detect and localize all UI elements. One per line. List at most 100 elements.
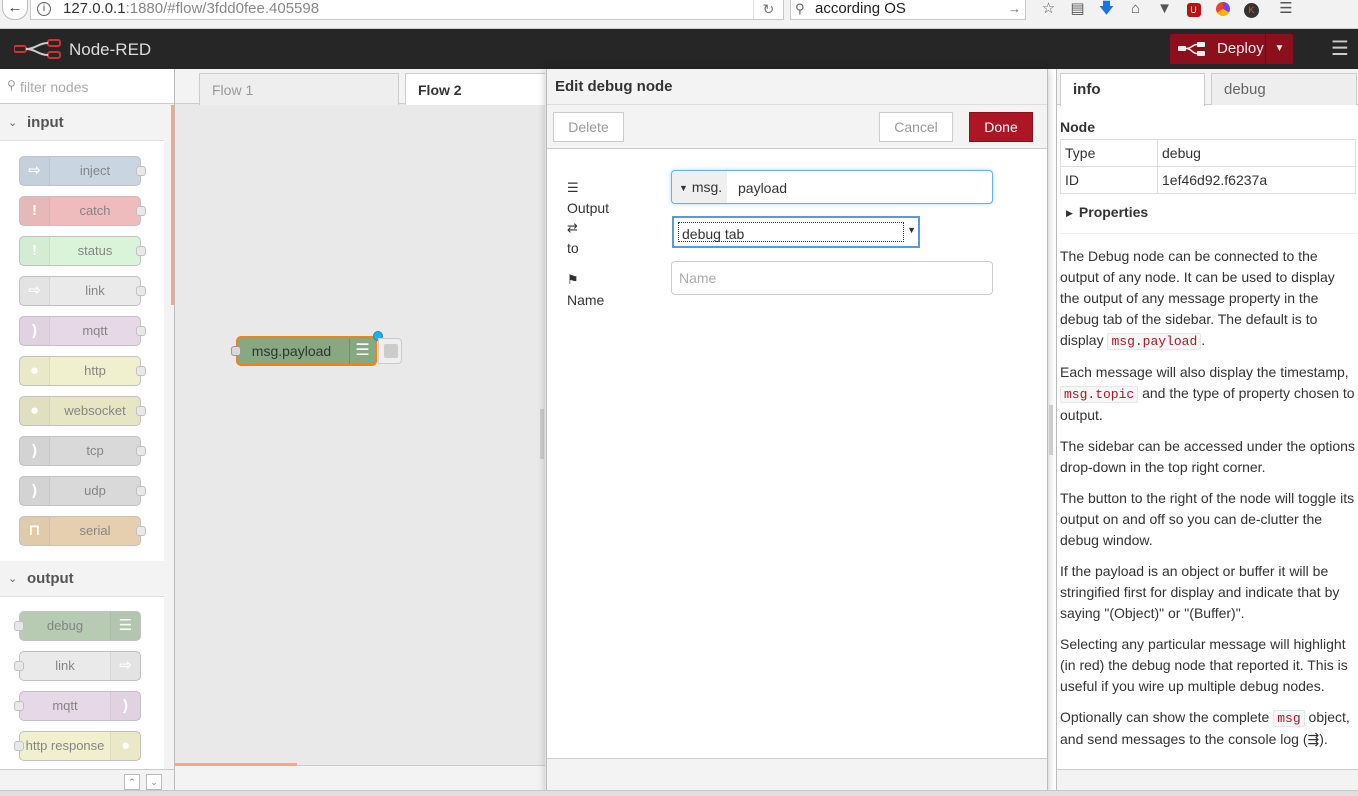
to-select[interactable]: debug tab ▼ bbox=[672, 216, 920, 248]
palette-node-udp-in[interactable]: ) udp bbox=[19, 476, 146, 506]
palette-category-input[interactable]: ⌄ input bbox=[0, 105, 164, 141]
info-panel: Node Type debug ID 1ef46d92.f6237a ▶ Prop… bbox=[1060, 105, 1356, 769]
name-input[interactable] bbox=[671, 261, 993, 295]
tag-icon: ⚑ bbox=[567, 272, 579, 287]
main-menu-icon[interactable]: ☰ bbox=[1326, 37, 1354, 61]
chevron-down-icon: ⌄ bbox=[8, 573, 18, 585]
pocket-icon[interactable]: ▼ bbox=[1150, 0, 1179, 20]
properties-toggle[interactable]: ▶ Properties bbox=[1060, 194, 1356, 234]
expand-all-icon[interactable]: ⌄ bbox=[146, 774, 162, 790]
palette-node-catch[interactable]: ! catch bbox=[19, 196, 146, 226]
deploy-dropdown-caret-icon[interactable]: ▼ bbox=[1265, 34, 1293, 64]
deploy-icon bbox=[1178, 42, 1205, 56]
palette-node-http-in[interactable]: ● http bbox=[19, 356, 146, 386]
output-property-value[interactable]: payload bbox=[738, 171, 787, 205]
chevron-down-icon: ⌄ bbox=[8, 117, 18, 129]
globe-icon: ● bbox=[20, 397, 50, 425]
output-port bbox=[136, 366, 146, 376]
palette-node-websocket-in[interactable]: ● websocket bbox=[19, 396, 146, 426]
info-icon[interactable]: i bbox=[37, 2, 51, 16]
url-text[interactable]: 127.0.0.1:1880/#flow/3fdd0fee.405598 bbox=[63, 0, 319, 18]
ublock-icon[interactable]: U bbox=[1179, 0, 1208, 20]
home-icon[interactable]: ⌂ bbox=[1121, 0, 1150, 20]
palette-node-label: link bbox=[85, 283, 105, 298]
browser-menu-icon[interactable]: ☰ bbox=[1266, 0, 1306, 20]
reload-icon[interactable]: ↻ bbox=[753, 0, 783, 19]
palette-search: ⚲ bbox=[0, 69, 174, 104]
link-in-icon: ⇨ bbox=[20, 277, 50, 305]
url-bar[interactable]: i 127.0.0.1:1880/#flow/3fdd0fee.405598 ↻ bbox=[30, 0, 784, 20]
palette-node-debug[interactable]: ☰ debug bbox=[14, 611, 141, 641]
tab-info[interactable]: info bbox=[1060, 73, 1205, 106]
table-row: Type debug bbox=[1060, 139, 1356, 167]
tab-debug[interactable]: debug bbox=[1211, 73, 1357, 105]
node-red-logo-icon bbox=[14, 39, 61, 59]
palette-node-http-response[interactable]: ● http response bbox=[14, 731, 141, 761]
code-snippet: msg bbox=[1273, 710, 1305, 727]
deploy-button[interactable]: Deploy ▼ bbox=[1170, 34, 1293, 64]
code-snippet: msg.payload bbox=[1107, 333, 1202, 350]
bridge-icon: ) bbox=[20, 317, 50, 345]
id-value: 1ef46d92.f6237a bbox=[1157, 166, 1356, 194]
flow-node-debug[interactable]: msg.payload ☰ bbox=[231, 331, 383, 366]
shuffle-icon: ⇄ bbox=[567, 220, 578, 235]
palette-category-output[interactable]: ⌄ output bbox=[0, 561, 164, 597]
flow-canvas[interactable]: msg.payload ☰ bbox=[175, 105, 545, 765]
category-label: output bbox=[27, 570, 74, 587]
palette-node-status[interactable]: ! status bbox=[19, 236, 146, 266]
tab-flow-2[interactable]: Flow 2 bbox=[405, 73, 545, 105]
output-port bbox=[136, 326, 146, 336]
name-label: ⚑ Name bbox=[567, 269, 604, 310]
sidebar-tabs: info debug bbox=[1057, 69, 1358, 106]
palette-node-label: catch bbox=[79, 203, 111, 218]
reading-list-icon[interactable]: ▤ bbox=[1063, 0, 1092, 20]
back-arrow-icon[interactable]: ← bbox=[2, 0, 28, 20]
delete-button[interactable]: Delete bbox=[553, 112, 624, 142]
palette-node-link-in[interactable]: ⇨ link bbox=[19, 276, 146, 306]
node-info-table: Type debug ID 1ef46d92.f6237a bbox=[1060, 139, 1356, 194]
link-out-icon: ⇨ bbox=[110, 652, 140, 680]
palette-node-mqtt-out[interactable]: ) mqtt bbox=[14, 691, 141, 721]
output-port bbox=[136, 526, 146, 536]
caret-down-icon: ▼ bbox=[679, 183, 688, 194]
palette-node-mqtt-in[interactable]: ) mqtt bbox=[19, 316, 146, 346]
inject-arrow-icon: ⇨ bbox=[20, 157, 50, 185]
output-property-input[interactable]: ▼ msg. payload bbox=[671, 170, 993, 204]
go-arrow-icon[interactable]: → bbox=[1008, 0, 1021, 18]
k-extension-icon[interactable]: K bbox=[1237, 0, 1266, 20]
filter-nodes-input[interactable] bbox=[20, 75, 168, 99]
palette-node-label: mqtt bbox=[52, 698, 78, 713]
done-button[interactable]: Done bbox=[969, 112, 1033, 142]
category-label: input bbox=[27, 114, 64, 131]
output-port bbox=[136, 166, 146, 176]
property-type-button[interactable]: ▼ msg. bbox=[672, 171, 727, 203]
workspace-resize-handle[interactable] bbox=[540, 409, 544, 459]
extension-icon[interactable] bbox=[1208, 0, 1237, 20]
search-icon: ⚲ bbox=[795, 1, 805, 16]
bookmark-star-icon[interactable]: ☆ bbox=[1034, 0, 1063, 20]
app-header: Node-RED Deploy ▼ ☰ bbox=[0, 29, 1358, 69]
alert-icon: ! bbox=[20, 237, 50, 265]
property-type-text: msg. bbox=[691, 179, 723, 195]
download-icon[interactable]: 🡇 bbox=[1092, 0, 1121, 20]
palette-node-link-out[interactable]: ⇨ link bbox=[14, 651, 141, 681]
browser-search-text[interactable]: according OS bbox=[815, 0, 906, 18]
tray-title: Edit debug node bbox=[547, 69, 1047, 105]
help-text: Optionally can show the complete bbox=[1060, 709, 1274, 725]
flow-node-label: msg.payload bbox=[251, 343, 332, 359]
collapse-all-icon[interactable]: ⌃ bbox=[124, 774, 140, 790]
output-port bbox=[136, 406, 146, 416]
workspace-scrollbar[interactable] bbox=[175, 763, 297, 766]
tab-flow-1[interactable]: Flow 1 bbox=[199, 73, 399, 105]
debug-toggle-button[interactable] bbox=[378, 338, 402, 364]
palette-node-inject[interactable]: ⇨ inject bbox=[19, 156, 146, 186]
palette-node-serial-in[interactable]: ⊓ serial bbox=[19, 516, 146, 546]
output-port bbox=[136, 446, 146, 456]
browser-search-field[interactable]: ⚲ according OS → bbox=[790, 0, 1026, 20]
palette-node-tcp-in[interactable]: ) tcp bbox=[19, 436, 146, 466]
palette-node-label: websocket bbox=[64, 403, 126, 418]
debug-list-icon: ☰ bbox=[110, 612, 140, 640]
sidebar-resize-handle[interactable] bbox=[1049, 405, 1053, 455]
cancel-button[interactable]: Cancel bbox=[879, 112, 953, 142]
properties-label: Properties bbox=[1078, 204, 1149, 220]
